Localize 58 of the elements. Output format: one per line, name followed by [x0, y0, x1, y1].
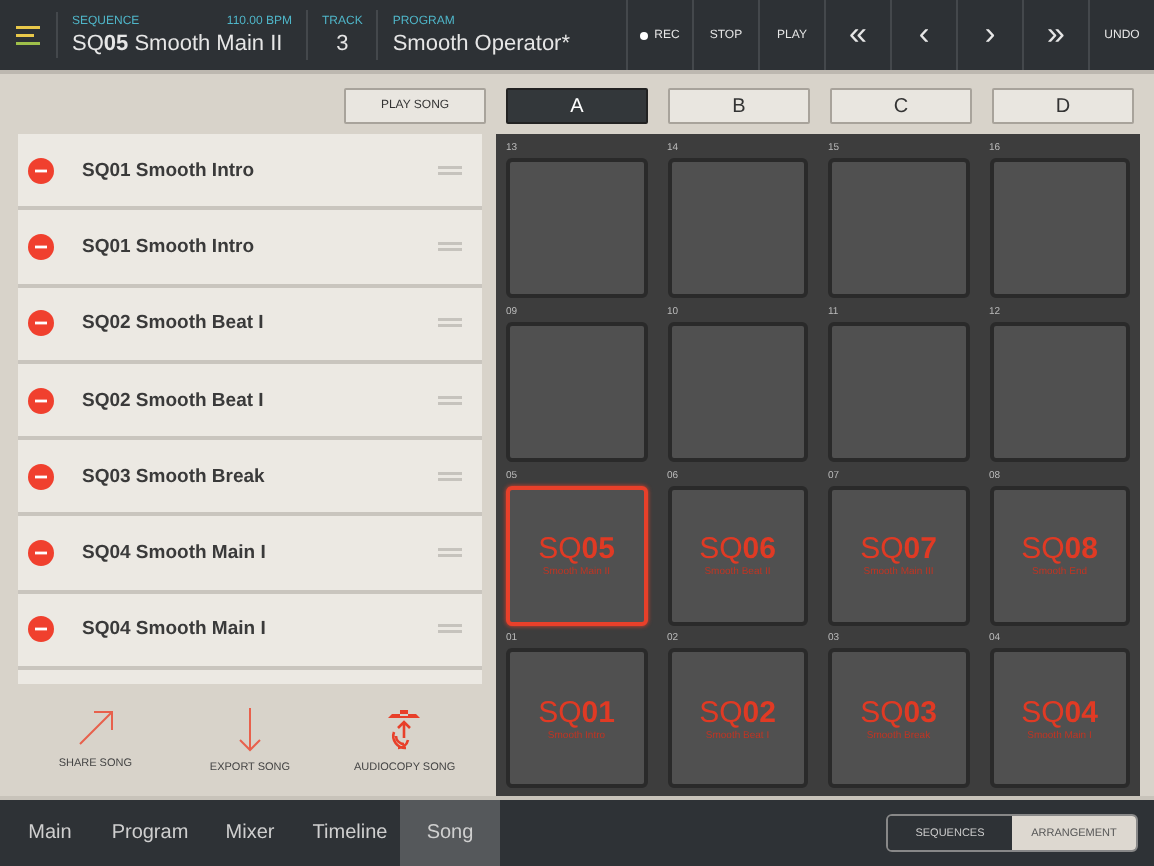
sequence-pad[interactable]	[667, 158, 808, 298]
sequence-pad[interactable]	[989, 158, 1130, 298]
song-step-name[interactable]: SQ01 Smooth Intro	[82, 235, 410, 258]
remove-icon[interactable]	[28, 616, 54, 643]
remove-icon[interactable]	[28, 310, 54, 337]
drag-handle-icon[interactable]	[438, 395, 462, 406]
drag-handle-icon[interactable]	[438, 624, 462, 635]
drag-handle-icon[interactable]	[438, 471, 462, 482]
pad-sequence-id: SQ02	[699, 695, 776, 730]
drag-handle-icon[interactable]	[438, 241, 462, 252]
sequence-pad[interactable]	[667, 321, 808, 462]
pad-sequence-id: SQ07	[860, 532, 937, 566]
nav-tab[interactable]: Main	[0, 800, 100, 866]
nav-tab[interactable]: Song	[400, 800, 500, 866]
sequence-pad[interactable]	[828, 158, 969, 298]
audiocopy-icon	[386, 708, 423, 752]
pad-sequence-id: SQ06	[699, 532, 776, 566]
arrow-down-icon	[237, 708, 262, 752]
pad-sequence-id: SQ05	[538, 532, 615, 566]
menu-icon[interactable]	[16, 23, 40, 47]
bank-tab[interactable]: C	[830, 88, 972, 124]
song-step-name[interactable]: SQ04 Smooth Main I	[82, 618, 410, 641]
remove-icon[interactable]	[28, 157, 54, 184]
nav-button[interactable]: ›	[956, 0, 1022, 70]
sequence-pad[interactable]	[828, 321, 969, 462]
sequence-pad[interactable]	[989, 321, 1130, 462]
pad-sequence-id: SQ03	[860, 695, 937, 730]
sequence-pad[interactable]	[506, 321, 647, 462]
drag-handle-icon[interactable]	[438, 318, 462, 329]
drag-handle-icon[interactable]	[438, 165, 462, 176]
song-step-name[interactable]: SQ03 Smooth Break	[82, 465, 410, 488]
bank-tab[interactable]: A	[506, 88, 648, 124]
remove-icon[interactable]	[28, 233, 54, 260]
nav-button[interactable]: »	[1022, 0, 1088, 70]
sequence-pad[interactable]	[506, 158, 647, 298]
nav-button[interactable]: «	[824, 0, 890, 70]
nav-button[interactable]: ‹	[890, 0, 956, 70]
remove-icon[interactable]	[28, 540, 54, 567]
remove-icon[interactable]	[28, 463, 54, 490]
song-step-name[interactable]: SQ02 Smooth Beat I	[82, 312, 410, 335]
pad-sequence-id: SQ04	[1021, 695, 1098, 730]
song-step-name[interactable]: SQ04 Smooth Main I	[82, 542, 410, 565]
nav-tab[interactable]: Mixer	[200, 800, 300, 866]
song-step-name[interactable]: SQ02 Smooth Beat I	[82, 389, 410, 412]
drag-handle-icon[interactable]	[438, 548, 462, 559]
song-step-name[interactable]: SQ01 Smooth Intro	[82, 159, 410, 182]
bank-tab[interactable]: B	[668, 88, 810, 124]
remove-icon[interactable]	[28, 387, 54, 414]
bank-tab[interactable]: D	[992, 88, 1134, 124]
pad-sequence-id: SQ08	[1021, 532, 1098, 566]
track-number[interactable]: 3	[336, 31, 349, 55]
arrow-up-right-icon	[75, 708, 116, 748]
program-name[interactable]: Smooth Operator*	[392, 31, 570, 55]
record-dot-icon	[640, 31, 649, 39]
pad-sequence-id: SQ01	[538, 695, 615, 730]
nav-tab[interactable]: Timeline	[300, 800, 400, 866]
sequence-name[interactable]: SQ05 Smooth Main II	[72, 31, 292, 55]
nav-tab[interactable]: Program	[100, 800, 200, 866]
